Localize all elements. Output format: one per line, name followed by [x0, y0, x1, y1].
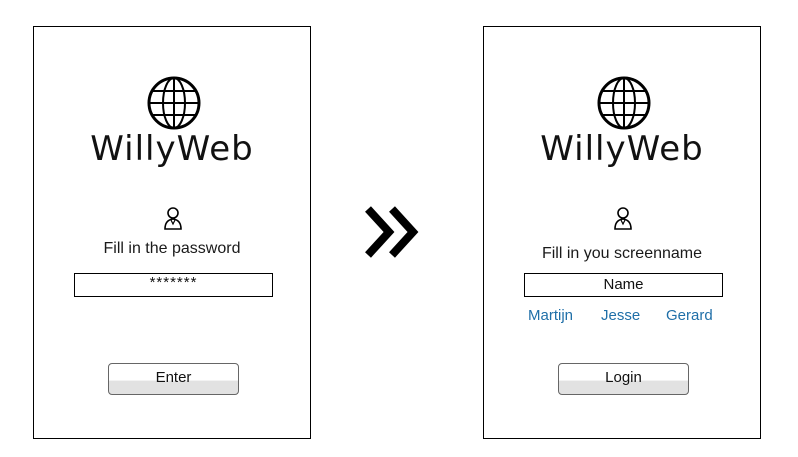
globe-icon — [597, 76, 651, 130]
user-icon — [614, 207, 632, 230]
enter-button[interactable]: Enter — [108, 363, 239, 395]
login-button[interactable]: Login — [558, 363, 689, 395]
name-suggestion-jesse[interactable]: Jesse — [601, 307, 640, 324]
name-suggestion-gerard[interactable]: Gerard — [666, 307, 713, 324]
name-input[interactable]: Name — [524, 273, 723, 297]
double-chevron-right-icon — [365, 206, 419, 258]
name-suggestions: Martijn Jesse Gerard — [484, 307, 760, 327]
globe-icon — [147, 76, 201, 130]
screenname-prompt: Fill in you screenname — [541, 245, 703, 262]
password-prompt: Fill in the password — [103, 240, 241, 257]
password-field[interactable]: ******* — [74, 273, 273, 297]
password-screen: WillyWeb Fill in the password ******* En… — [33, 26, 311, 439]
user-icon — [164, 207, 182, 230]
screenname-screen: WillyWeb Fill in you screenname Name Mar… — [483, 26, 761, 439]
app-title: WillyWeb — [540, 129, 704, 169]
app-title: WillyWeb — [90, 129, 254, 169]
name-suggestion-martijn[interactable]: Martijn — [528, 307, 573, 324]
